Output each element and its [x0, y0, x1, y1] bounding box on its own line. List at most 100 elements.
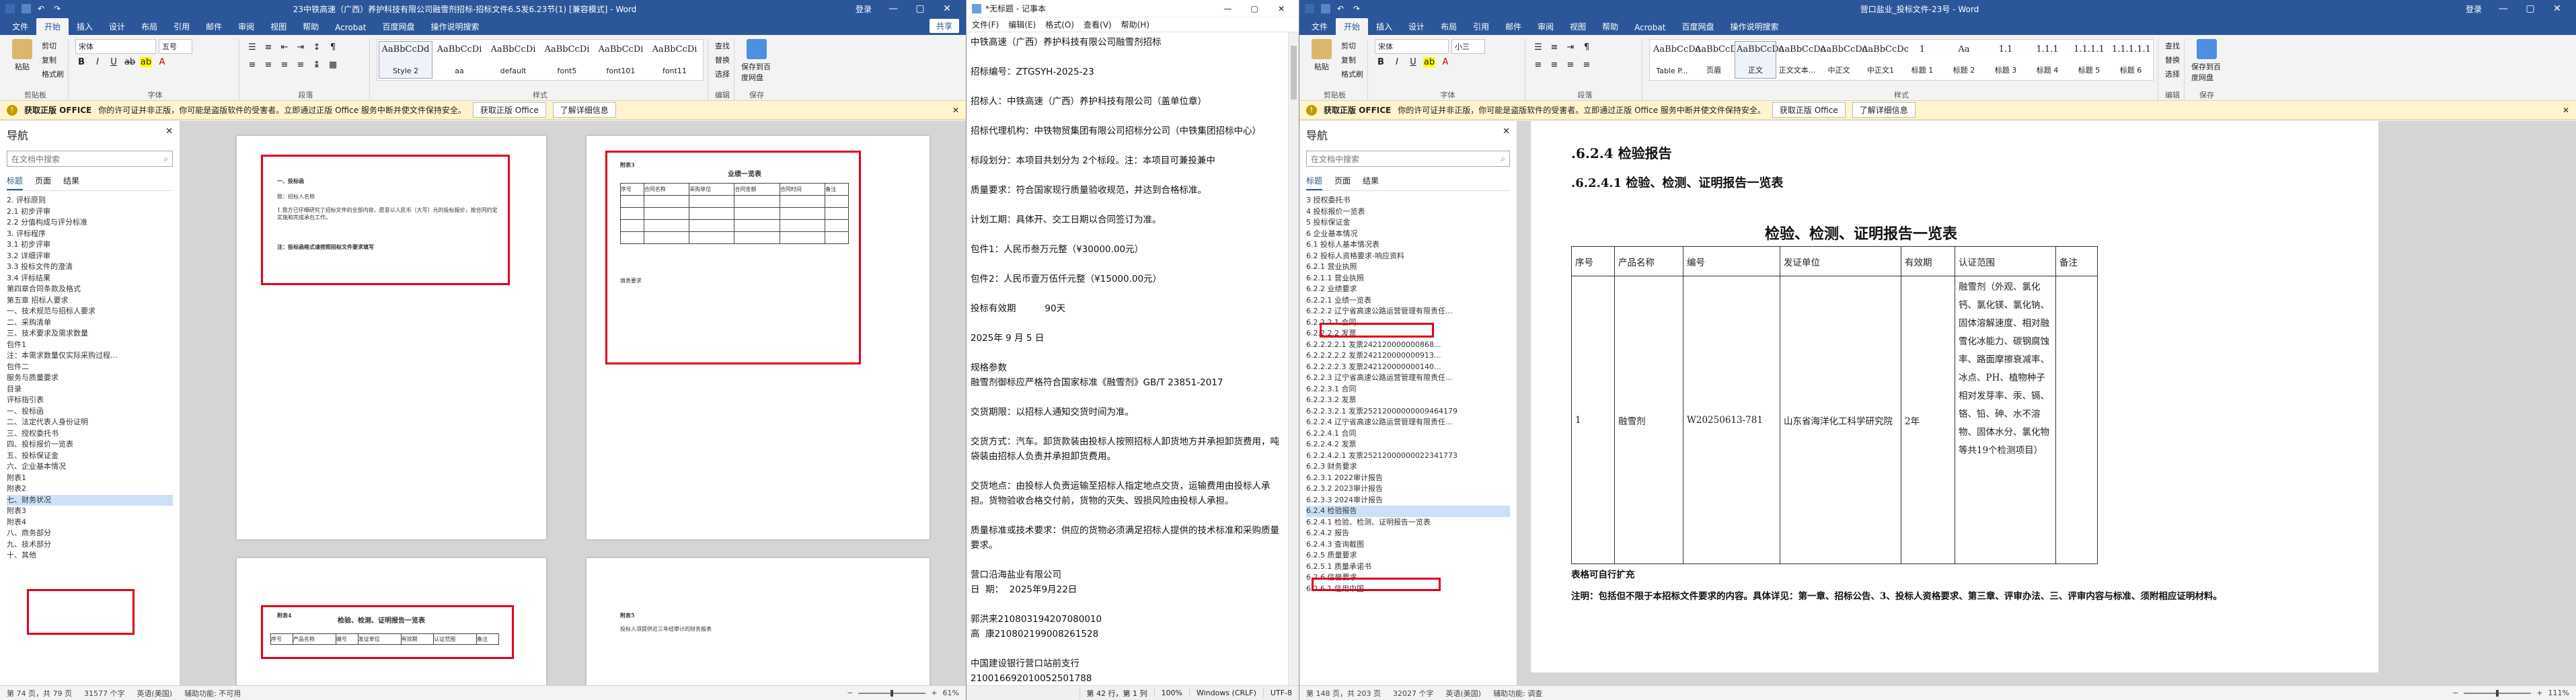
copy-button[interactable]: 复制	[1341, 54, 1363, 65]
tab-view[interactable]: 视图	[1562, 18, 1594, 35]
language[interactable]: 英语(美国)	[137, 688, 172, 699]
font-size-select[interactable]: 五号	[159, 39, 192, 54]
autosave-icon[interactable]	[1305, 4, 1314, 13]
cut-button[interactable]: 剪切	[1341, 40, 1363, 51]
align-right-icon[interactable]: ≡	[278, 60, 291, 70]
nav-heading-item[interactable]: 五、投标保证金	[7, 451, 173, 462]
nav-tab-headings[interactable]: 标题	[1306, 172, 1323, 190]
tab-help[interactable]: 帮助	[1594, 18, 1626, 35]
word-count[interactable]: 32027 个字	[1393, 688, 1434, 699]
outdent-icon[interactable]: ⇤	[278, 42, 291, 52]
close-icon[interactable]: ✕	[1503, 126, 1510, 143]
select-button[interactable]: 选择	[2165, 69, 2180, 79]
autosave-icon[interactable]	[5, 4, 15, 13]
nav-heading-item[interactable]: 3.2 详细评审	[7, 251, 173, 262]
nav-heading-item[interactable]: 附表2	[7, 483, 173, 495]
select-button[interactable]: 选择	[715, 69, 730, 79]
page-count[interactable]: 第 148 页，共 203 页	[1306, 688, 1381, 699]
nav-heading-item[interactable]: 6.2.3.2 2023审计报告	[1306, 483, 1510, 495]
nav-heading-item[interactable]: 四、投标报价一览表	[7, 439, 173, 451]
tab-acrobat[interactable]: Acrobat	[327, 20, 374, 35]
nav-heading-item[interactable]: 6.2.3 财务要求	[1306, 461, 1510, 473]
menu-file[interactable]: 文件(F)	[972, 19, 999, 30]
zoom-in-icon[interactable]: +	[931, 689, 937, 697]
tell-me-search[interactable]: 操作说明搜索	[422, 18, 487, 35]
style-item[interactable]: AaBbCcDc 中正文	[1819, 42, 1867, 78]
style-item[interactable]: AaBbCcDi default	[487, 42, 539, 78]
scroll-thumb[interactable]	[1291, 46, 1297, 100]
bullets-icon[interactable]: ☰	[1532, 42, 1544, 52]
nav-heading-item[interactable]: 第四章合同条款及格式	[7, 284, 173, 295]
tab-home[interactable]: 开始	[36, 18, 69, 35]
nav-heading-item[interactable]: 3.3 投标文件的澄清	[7, 262, 173, 273]
save-icon[interactable]	[22, 4, 31, 13]
align-right-icon[interactable]: ≡	[1564, 60, 1577, 70]
close-icon[interactable]: ✕	[1269, 4, 1293, 13]
vertical-scrollbar[interactable]	[1288, 32, 1299, 685]
nav-tab-pages[interactable]: 页面	[1334, 172, 1351, 190]
learn-more-button[interactable]: 了解详细信息	[552, 102, 616, 118]
nav-heading-item[interactable]: 6.2.3.1 2022审计报告	[1306, 473, 1510, 484]
nav-tab-pages[interactable]: 页面	[35, 172, 51, 190]
menu-help[interactable]: 帮助(H)	[1121, 19, 1149, 30]
highlight-icon[interactable]: ab	[1423, 57, 1435, 67]
align-center-icon[interactable]: ≡	[1548, 60, 1560, 70]
nav-heading-item[interactable]: 6.2.2.2.2.2 发票242120000000913...	[1306, 350, 1510, 362]
style-item[interactable]: 1.1 标题 3	[1985, 42, 2026, 78]
nav-heading-item[interactable]: 包件1	[7, 340, 173, 351]
close-icon[interactable]: ✕	[165, 126, 173, 143]
nav-heading-item[interactable]: 三、授权委托书	[7, 428, 173, 440]
pilcrow-icon[interactable]: ¶	[327, 42, 339, 52]
nav-heading-item[interactable]: 第五章 招标人要求	[7, 295, 173, 307]
zoom-level[interactable]: 61%	[943, 689, 959, 697]
close-icon[interactable]: ✕	[934, 3, 960, 14]
share-button[interactable]: 共享	[929, 19, 959, 33]
tab-layout[interactable]: 布局	[133, 18, 165, 35]
style-item[interactable]: AaBbCcDc 页眉	[1694, 42, 1742, 78]
accessibility[interactable]: 辅助功能: 调查	[1493, 688, 1542, 699]
nav-heading-item[interactable]: 二、采购清单	[7, 317, 173, 329]
word-count[interactable]: 31577 个字	[84, 688, 125, 699]
indent-icon[interactable]: ⇥	[1564, 42, 1577, 52]
nav-heading-item[interactable]: 目录	[7, 384, 173, 395]
signin-link[interactable]: 登录	[2466, 3, 2482, 15]
nav-heading-item[interactable]: 三、技术要求及需求数量	[7, 328, 173, 340]
format-painter-button[interactable]: 格式刷	[42, 69, 64, 79]
style-item[interactable]: AaBbCcDi font11	[648, 42, 701, 78]
nav-heading-item[interactable]: 6.2.2.2.2.3 发票242120000000140...	[1306, 362, 1510, 373]
nav-heading-item[interactable]: 5 投标保证金	[1306, 217, 1510, 229]
tab-baidu[interactable]: 百度网盘	[1673, 18, 1722, 35]
style-item[interactable]: Aa 标题 2	[1944, 42, 1984, 78]
minimize-icon[interactable]: —	[2490, 3, 2517, 14]
nav-heading-item[interactable]: 2. 评标原则	[7, 195, 173, 206]
nav-heading-item[interactable]: 6.1 投标人基本情况表	[1306, 239, 1510, 251]
nav-tab-headings[interactable]: 标题	[7, 172, 24, 190]
line-spacing-icon[interactable]: ↨	[311, 60, 323, 70]
find-button[interactable]: 查找	[2165, 40, 2180, 51]
style-item[interactable]: 1.1.1.1 标题 5	[2069, 42, 2109, 78]
nav-heading-item[interactable]: 附表4	[7, 517, 173, 529]
save-icon[interactable]	[1321, 4, 1330, 13]
font-size-select[interactable]: 小三	[1451, 39, 1485, 54]
nav-heading-item[interactable]: 6.2.2.2 辽宁省高速公路运营管理有限责任...	[1306, 306, 1510, 317]
minimize-icon[interactable]: —	[880, 3, 907, 14]
tab-review[interactable]: 审阅	[1529, 18, 1562, 35]
style-item[interactable]: AaBbCcDi font5	[541, 42, 593, 78]
tab-insert[interactable]: 插入	[1368, 18, 1400, 35]
nav-heading-item[interactable]: 6.2.1.1 营业执照	[1306, 273, 1510, 284]
nav-heading-item[interactable]: 6.2.2.3 辽宁省高速公路运营管理有限责任...	[1306, 373, 1510, 384]
cut-button[interactable]: 剪切	[42, 40, 64, 51]
numbering-icon[interactable]: ≡	[262, 42, 274, 52]
nav-heading-item[interactable]: 6.2.3.3 2024审计报告	[1306, 495, 1510, 506]
pilcrow-icon[interactable]: ¶	[1581, 42, 1593, 52]
style-item[interactable]: 1.1.1.1.1 标题 6	[2111, 42, 2151, 78]
style-item[interactable]: AaBbCcDc 中正文1	[1860, 42, 1909, 78]
format-painter-button[interactable]: 格式刷	[1341, 69, 1363, 79]
nav-heading-item[interactable]: 3 授权委托书	[1306, 195, 1510, 206]
get-office-button[interactable]: 获取正版 Office	[1772, 102, 1846, 118]
replace-button[interactable]: 替换	[715, 54, 730, 65]
zoom-in-icon[interactable]: +	[2536, 689, 2542, 697]
nav-heading-item[interactable]: 6.2.2.4.2.1 发票25212000000022341773	[1306, 451, 1510, 462]
style-item[interactable]: AaBbCcDc 正文	[1735, 41, 1784, 79]
close-icon[interactable]: ✕	[952, 106, 959, 115]
